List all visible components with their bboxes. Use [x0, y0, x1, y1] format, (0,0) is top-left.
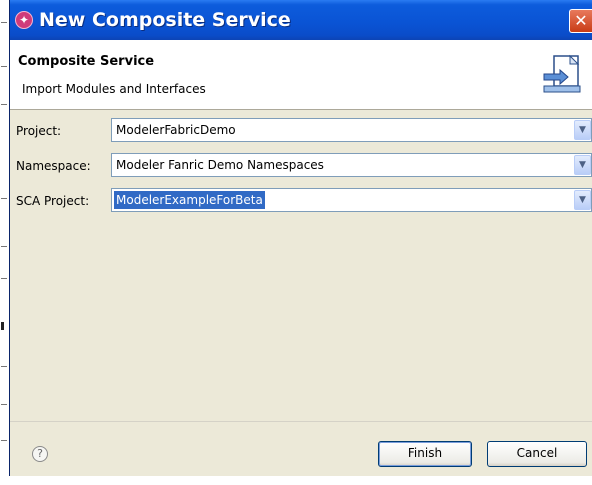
project-label: Project: [16, 124, 62, 138]
namespace-label: Namespace: [16, 159, 91, 173]
sca-project-dropdown-button[interactable]: ▼ [574, 190, 591, 210]
close-button[interactable]: ✕ [569, 9, 592, 33]
finish-button[interactable]: Finish [378, 441, 472, 467]
namespace-row: Namespace: Modeler Fanric Demo Namespace… [10, 153, 592, 179]
chevron-down-icon: ▼ [579, 195, 586, 205]
background-window-mark [1, 66, 7, 67]
close-icon: ✕ [574, 11, 588, 30]
project-row: Project: ModelerFabricDemo ▼ [10, 118, 592, 144]
button-bar-separator [10, 421, 592, 422]
background-window-edge [0, 0, 9, 485]
project-value: ModelerFabricDemo [116, 123, 236, 137]
background-window-mark [1, 22, 7, 23]
banner-title: Composite Service [18, 54, 155, 69]
sca-project-value: ModelerExampleForBeta [114, 191, 265, 209]
help-button[interactable]: ? [32, 446, 48, 462]
cancel-button[interactable]: Cancel [487, 441, 587, 467]
eclipse-wizard-icon: ✦ [15, 11, 33, 29]
project-combo[interactable]: ModelerFabricDemo ▼ [111, 118, 592, 142]
chevron-down-icon: ▼ [579, 160, 586, 170]
sca-project-row: SCA Project: ModelerExampleForBeta ▼ [10, 188, 592, 214]
help-icon: ? [37, 447, 43, 460]
background-window-mark [1, 366, 7, 367]
background-window-mark [1, 322, 4, 330]
window-title: New Composite Service [39, 9, 291, 31]
background-window-mark [1, 278, 7, 279]
background-window-mark [1, 198, 7, 199]
wizard-banner: Composite Service Import Modules and Int… [10, 40, 592, 110]
background-window-mark [1, 104, 7, 105]
namespace-combo[interactable]: Modeler Fanric Demo Namespaces ▼ [111, 153, 592, 177]
banner-description: Import Modules and Interfaces [22, 82, 206, 96]
composite-service-wizard-icon [543, 54, 581, 93]
namespace-dropdown-button[interactable]: ▼ [574, 155, 591, 175]
sca-project-combo[interactable]: ModelerExampleForBeta ▼ [111, 188, 592, 212]
background-window-mark [1, 246, 7, 247]
namespace-value: Modeler Fanric Demo Namespaces [116, 158, 324, 172]
background-window-mark [1, 404, 7, 405]
title-bar[interactable]: ✦ New Composite Service ✕ [10, 0, 592, 40]
project-dropdown-button[interactable]: ▼ [574, 120, 591, 140]
sca-project-label: SCA Project: [16, 194, 90, 208]
chevron-down-icon: ▼ [579, 125, 586, 135]
new-composite-service-dialog: ✦ New Composite Service ✕ Composite Serv… [9, 0, 592, 476]
background-window-mark [1, 440, 7, 441]
